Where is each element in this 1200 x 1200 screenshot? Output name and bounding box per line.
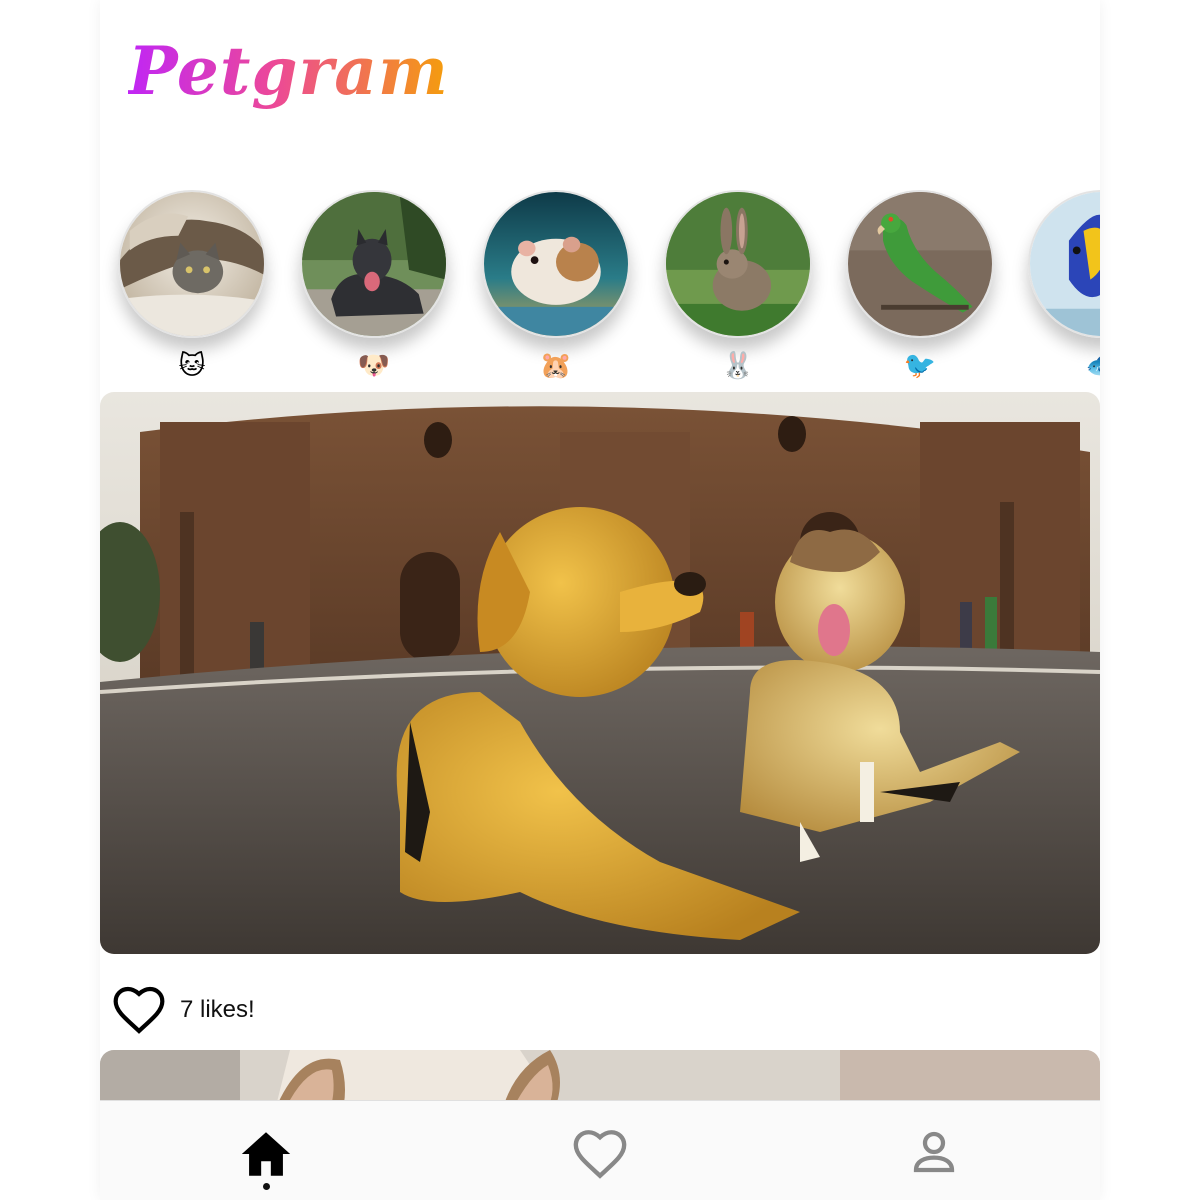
category-cat[interactable]: 🐱 (118, 190, 266, 386)
category-fish[interactable]: 🐟 (1028, 190, 1100, 386)
category-emoji: 🐦 (903, 351, 937, 381)
user-icon (913, 1131, 955, 1173)
likes-count: 7 likes! (180, 996, 255, 1023)
category-emoji: 🐹 (539, 351, 573, 381)
dog-photo-icon (300, 190, 448, 338)
rabbit-photo-icon (664, 190, 812, 338)
category-emoji: 🐶 (357, 351, 391, 381)
app-logo[interactable]: Petgram (128, 26, 449, 116)
fish-photo-icon (1028, 190, 1100, 338)
bottom-nav (100, 1100, 1100, 1200)
category-list[interactable]: 🐱 🐶 🐹 🐰 🐦 (100, 190, 1100, 390)
home-icon (241, 1132, 291, 1176)
active-indicator (263, 1183, 270, 1190)
nav-home[interactable] (206, 1101, 326, 1200)
category-rabbit[interactable]: 🐰 (664, 190, 812, 386)
post-photo[interactable] (100, 392, 1100, 954)
heart-icon (573, 1130, 627, 1179)
category-emoji: 🐟 (1028, 350, 1100, 382)
petgram-app: Petgram 🐱 🐶 🐹 🐰 🐦 7 likes! (100, 0, 1100, 1200)
parrot-photo-icon (846, 190, 994, 338)
two-dogs-in-front-of-cathedral-photo (100, 392, 1100, 954)
nav-favorites[interactable] (540, 1101, 660, 1200)
category-dog[interactable]: 🐶 (300, 190, 448, 386)
nav-user[interactable] (874, 1101, 994, 1200)
category-emoji: 🐰 (721, 351, 755, 381)
hamster-photo-icon (482, 190, 630, 338)
cat-photo-icon (118, 190, 266, 338)
category-emoji: 🐱 (178, 351, 206, 381)
category-hamster[interactable]: 🐹 (482, 190, 630, 386)
post-like-row: 7 likes! (110, 982, 255, 1038)
category-bird[interactable]: 🐦 (846, 190, 994, 386)
heart-outline-icon (113, 986, 165, 1034)
like-button[interactable] (110, 982, 168, 1038)
